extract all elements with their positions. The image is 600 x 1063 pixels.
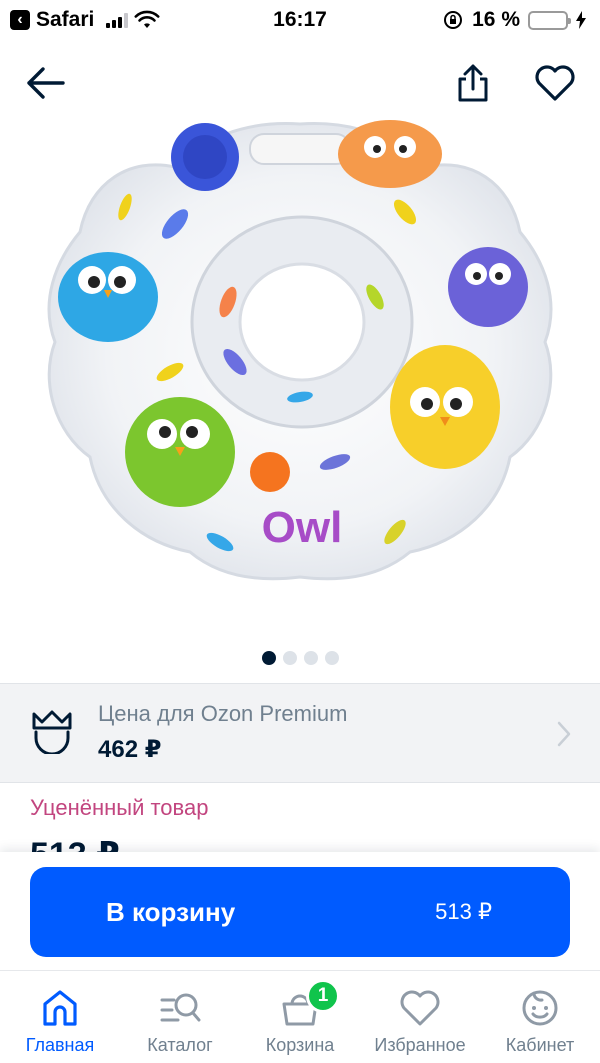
home-icon — [43, 990, 77, 1026]
product-image[interactable]: Owl — [40, 112, 560, 592]
battery-icon — [528, 10, 571, 30]
swim-ring-illustration: Owl — [47, 120, 553, 581]
add-to-cart-button[interactable]: В корзину 513 ₽ — [30, 867, 570, 957]
arrow-left-icon — [27, 67, 65, 99]
back-button[interactable] — [20, 58, 70, 108]
ozon-premium-crown-icon — [32, 710, 72, 754]
gallery-pagination[interactable] — [0, 651, 600, 665]
premium-price-value: 462 ₽ — [98, 736, 162, 763]
orientation-lock-icon — [444, 11, 463, 29]
bottom-tab-bar: Главная Каталог 1 Корзина Избранное Каби… — [0, 970, 600, 1063]
add-to-cart-price: 513 ₽ — [435, 899, 492, 924]
status-bar: ‹ Safari 16:17 16 % — [0, 0, 600, 40]
tab-home[interactable]: Главная — [0, 971, 120, 1063]
add-to-cart-bar: В корзину 513 ₽ — [0, 852, 600, 970]
heart-icon — [400, 990, 440, 1026]
tab-label: Каталог — [147, 1035, 213, 1055]
gallery-dot[interactable] — [303, 651, 318, 665]
chevron-right-icon — [557, 721, 571, 747]
heart-outline-icon — [535, 65, 575, 101]
tab-label: Кабинет — [505, 1035, 575, 1055]
product-image-brand-text: Owl — [262, 503, 343, 552]
profile-icon — [522, 990, 558, 1026]
share-button[interactable] — [448, 58, 498, 108]
tab-cart[interactable]: 1 Корзина — [240, 971, 360, 1063]
tab-label: Избранное — [374, 1035, 466, 1055]
favorite-button[interactable] — [530, 58, 580, 108]
premium-price-title: Цена для Ozon Premium — [98, 701, 348, 726]
tab-profile[interactable]: Кабинет — [480, 971, 600, 1063]
battery-percent: 16 % — [472, 8, 520, 31]
premium-price-row[interactable]: Цена для Ozon Premium 462 ₽ — [0, 683, 600, 783]
discount-label: Уценённый товар — [30, 795, 209, 820]
charging-bolt-icon — [576, 11, 586, 29]
catalog-search-icon — [160, 993, 201, 1022]
gallery-dot[interactable] — [282, 651, 297, 665]
cart-count-badge: 1 — [306, 979, 340, 1013]
tab-label: Корзина — [265, 1035, 335, 1055]
tab-favorites[interactable]: Избранное — [360, 971, 480, 1063]
gallery-dot[interactable] — [261, 651, 276, 665]
tab-catalog[interactable]: Каталог — [120, 971, 240, 1063]
add-to-cart-label: В корзину — [106, 897, 236, 927]
gallery-dot[interactable] — [324, 651, 339, 665]
share-icon — [458, 64, 488, 102]
tab-label: Главная — [25, 1035, 95, 1055]
product-top-nav — [0, 58, 600, 108]
